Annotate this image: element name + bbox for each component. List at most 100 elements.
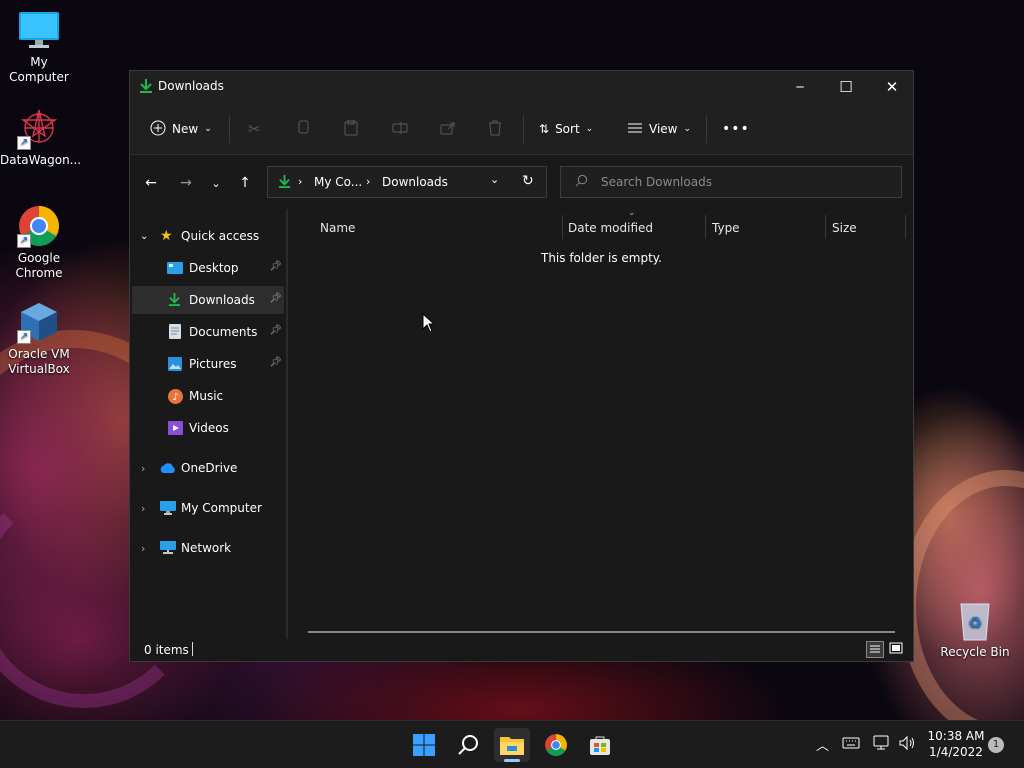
divider <box>706 115 707 143</box>
maximize-icon: ☐ <box>839 78 853 96</box>
column-divider[interactable] <box>905 215 906 239</box>
search-input[interactable]: Search Downloads <box>601 175 712 189</box>
breadcrumb-separator-icon: › <box>298 175 303 188</box>
desktop-icon-label: Google Chrome <box>15 251 63 280</box>
breadcrumb-item[interactable]: Downloads <box>382 175 448 189</box>
details-view-button[interactable] <box>866 641 884 658</box>
search-box[interactable]: Search Downloads <box>560 166 902 198</box>
new-button[interactable]: New ⌄ <box>150 117 212 141</box>
copy-button[interactable] <box>296 117 310 141</box>
view-list-icon <box>627 122 643 137</box>
desktop-icon-datawagon[interactable]: ↗ DataWagon... <box>0 106 81 168</box>
details-view-icon <box>870 645 880 653</box>
sidebar-item-my-computer[interactable]: › My Computer <box>132 494 284 522</box>
desktop-icon-virtualbox[interactable]: ↗ Oracle VM VirtualBox <box>0 300 78 377</box>
pane-splitter[interactable] <box>286 209 288 639</box>
sidebar-item-desktop[interactable]: Desktop 📌︎ <box>132 254 284 282</box>
download-arrow-icon <box>278 174 291 192</box>
title-bar[interactable]: Downloads ─ ☐ ✕ <box>130 71 913 103</box>
sort-button[interactable]: ⇅ Sort ⌄ <box>539 117 593 141</box>
chevron-down-icon: ⌄ <box>585 124 594 134</box>
search-button[interactable] <box>450 728 486 762</box>
network-status-icon[interactable] <box>873 735 891 755</box>
search-icon <box>575 174 588 190</box>
sidebar-item-videos[interactable]: Videos <box>132 414 284 442</box>
refresh-icon[interactable]: ↻ <box>522 173 534 189</box>
command-bar: New ⌄ ✂ ⇅ Sort ⌄ View ⌄ ••• <box>130 103 913 155</box>
back-button[interactable]: ← <box>141 173 161 193</box>
file-explorer-taskbar-button[interactable] <box>494 728 530 762</box>
notification-badge[interactable]: 1 <box>988 737 1004 753</box>
horizontal-scrollbar[interactable] <box>308 631 895 633</box>
paste-button[interactable] <box>344 117 358 141</box>
arrow-right-icon: → <box>180 175 192 191</box>
system-clock[interactable]: 10:38 AM 1/4/2022 <box>926 728 986 760</box>
column-divider[interactable] <box>562 215 563 239</box>
close-button[interactable]: ✕ <box>869 71 915 103</box>
minimize-button[interactable]: ─ <box>777 71 823 103</box>
recycle-bin-icon: ♻ <box>955 598 995 642</box>
sidebar-item-label: Network <box>181 541 232 555</box>
store-taskbar-button[interactable] <box>582 728 618 762</box>
sidebar-item-downloads[interactable]: Downloads 📌︎ <box>132 286 284 314</box>
cloud-icon <box>159 463 177 477</box>
minimize-icon: ─ <box>796 80 804 94</box>
chrome-taskbar-button[interactable] <box>538 728 574 762</box>
address-dropdown-icon[interactable]: ⌄ <box>490 173 499 186</box>
file-list: Name Date modified ⌄ Type Size This fold… <box>290 208 913 639</box>
start-button[interactable] <box>406 728 442 762</box>
tiles-view-icon <box>889 642 903 654</box>
more-options-button[interactable]: ••• <box>722 117 750 141</box>
cut-button[interactable]: ✂ <box>248 117 261 141</box>
windows-logo-icon <box>413 734 435 756</box>
sidebar-item-onedrive[interactable]: › OneDrive <box>132 454 284 482</box>
column-header-size[interactable]: Size <box>832 215 857 241</box>
monitor-icon <box>17 8 61 52</box>
keyboard-icon[interactable] <box>842 736 860 754</box>
delete-button[interactable] <box>488 117 502 141</box>
column-header-name[interactable]: Name <box>320 215 355 241</box>
clock-time: 10:38 AM <box>927 729 985 743</box>
column-header-date-modified[interactable]: Date modified <box>568 215 653 241</box>
up-button[interactable]: ↑ <box>235 173 255 193</box>
chrome-icon: ↗ <box>17 204 61 248</box>
sidebar-item-label: Documents <box>189 325 258 339</box>
document-icon <box>169 324 181 342</box>
divider <box>229 115 230 143</box>
sidebar-item-pictures[interactable]: Pictures 📌︎ <box>132 350 284 378</box>
clipboard-icon <box>344 119 358 139</box>
desktop-icon-google-chrome[interactable]: ↗ Google Chrome <box>0 204 78 281</box>
sidebar-item-music[interactable]: ♪ Music <box>132 382 284 410</box>
sidebar-item-documents[interactable]: Documents 📌︎ <box>132 318 284 346</box>
navigation-bar: ← → ⌄ ↑ › My Co... › Downloads ⌄ ↻ Searc… <box>130 155 913 209</box>
column-divider[interactable] <box>705 215 706 239</box>
pin-icon: 📌︎ <box>269 357 282 368</box>
address-bar[interactable]: › My Co... › Downloads ⌄ ↻ <box>267 166 547 198</box>
monitor-icon <box>160 501 176 518</box>
column-header-type[interactable]: Type <box>712 215 740 241</box>
shortcut-arrow-icon: ↗ <box>17 234 31 248</box>
search-icon <box>458 735 478 755</box>
show-hidden-icons-chevron-icon[interactable]: ︿ <box>816 735 829 754</box>
volume-icon[interactable] <box>898 735 916 755</box>
forward-button[interactable]: → <box>176 173 196 193</box>
pin-icon: 📌︎ <box>269 261 282 272</box>
desktop-icon-recycle-bin[interactable]: ♻ Recycle Bin <box>936 598 1014 660</box>
breadcrumb-item[interactable]: My Co... <box>314 175 362 189</box>
view-button[interactable]: View ⌄ <box>627 117 691 141</box>
active-app-indicator <box>504 759 520 762</box>
share-button[interactable] <box>440 117 456 141</box>
rename-button[interactable] <box>392 117 408 141</box>
sidebar-item-quick-access[interactable]: ⌄ ★ Quick access <box>132 222 284 250</box>
column-divider[interactable] <box>825 215 826 239</box>
sidebar-item-network[interactable]: › Network <box>132 534 284 562</box>
folder-icon <box>500 737 524 755</box>
desktop-icon-my-computer[interactable]: My Computer <box>0 8 78 85</box>
maximize-button[interactable]: ☐ <box>823 71 869 103</box>
recent-locations-button[interactable]: ⌄ <box>206 173 226 193</box>
item-count: 0 items <box>144 643 189 657</box>
tiles-view-button[interactable] <box>888 641 906 658</box>
sidebar-item-label: Downloads <box>189 293 255 307</box>
chrome-icon <box>545 734 567 756</box>
star-icon: ★ <box>160 228 173 244</box>
